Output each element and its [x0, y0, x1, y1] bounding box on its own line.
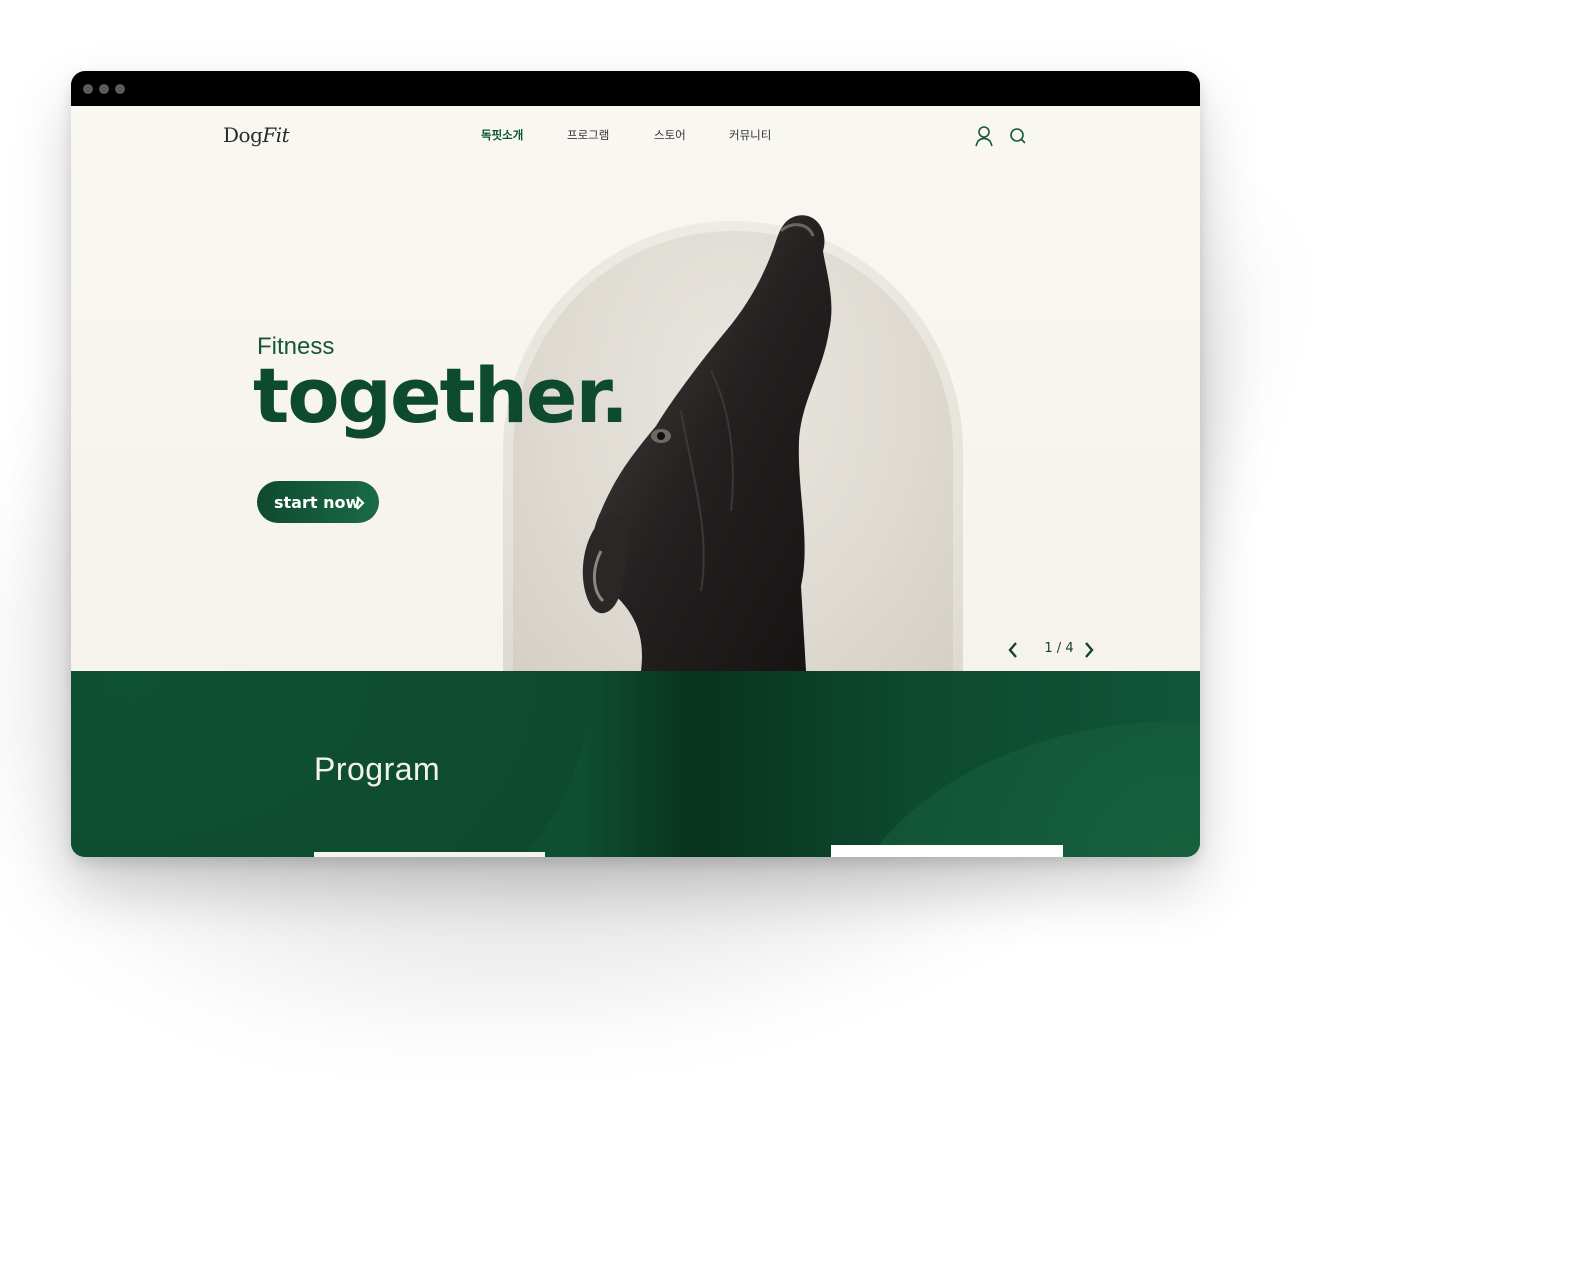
- top-navigation: DogFit 독핏소개 프로그램 스토어 커뮤니티: [71, 106, 1200, 166]
- logo-suffix: Fit: [262, 123, 290, 147]
- browser-window: DogFit 독핏소개 프로그램 스토어 커뮤니티 Fitness togeth…: [71, 71, 1200, 857]
- program-title: Program: [314, 751, 441, 787]
- logo-prefix: Dog: [223, 123, 263, 147]
- chevron-right-icon: [356, 496, 365, 510]
- hero-section: DogFit 독핏소개 프로그램 스토어 커뮤니티 Fitness togeth…: [71, 106, 1200, 671]
- search-icon[interactable]: [1006, 124, 1030, 148]
- slider-counter: 1 / 4: [1044, 641, 1074, 656]
- program-section: Program: [71, 671, 1200, 857]
- start-now-button[interactable]: start now: [257, 481, 379, 523]
- program-bg-curve-right: [831, 721, 1200, 857]
- dog-photo: [582, 215, 832, 671]
- nav-item-community[interactable]: 커뮤니티: [729, 127, 771, 143]
- program-card[interactable]: [831, 845, 1063, 857]
- slider-prev-button[interactable]: [1007, 641, 1019, 659]
- nav-item-about[interactable]: 독핏소개: [481, 127, 523, 143]
- nav-item-store[interactable]: 스토어: [654, 127, 686, 143]
- browser-titlebar: [71, 71, 1200, 106]
- window-close-dot[interactable]: [83, 84, 93, 94]
- nav-item-program[interactable]: 프로그램: [567, 127, 609, 143]
- window-minimize-dot[interactable]: [99, 84, 109, 94]
- hero-slider-controls: 1 / 4: [1007, 639, 1107, 661]
- window-maximize-dot[interactable]: [115, 84, 125, 94]
- slider-next-button[interactable]: [1083, 641, 1095, 659]
- program-card[interactable]: [314, 852, 545, 857]
- webpage: DogFit 독핏소개 프로그램 스토어 커뮤니티 Fitness togeth…: [71, 106, 1200, 857]
- hero-title: together.: [253, 351, 629, 440]
- user-icon[interactable]: [972, 124, 996, 148]
- start-now-label: start now: [274, 492, 361, 512]
- logo[interactable]: DogFit: [223, 123, 290, 147]
